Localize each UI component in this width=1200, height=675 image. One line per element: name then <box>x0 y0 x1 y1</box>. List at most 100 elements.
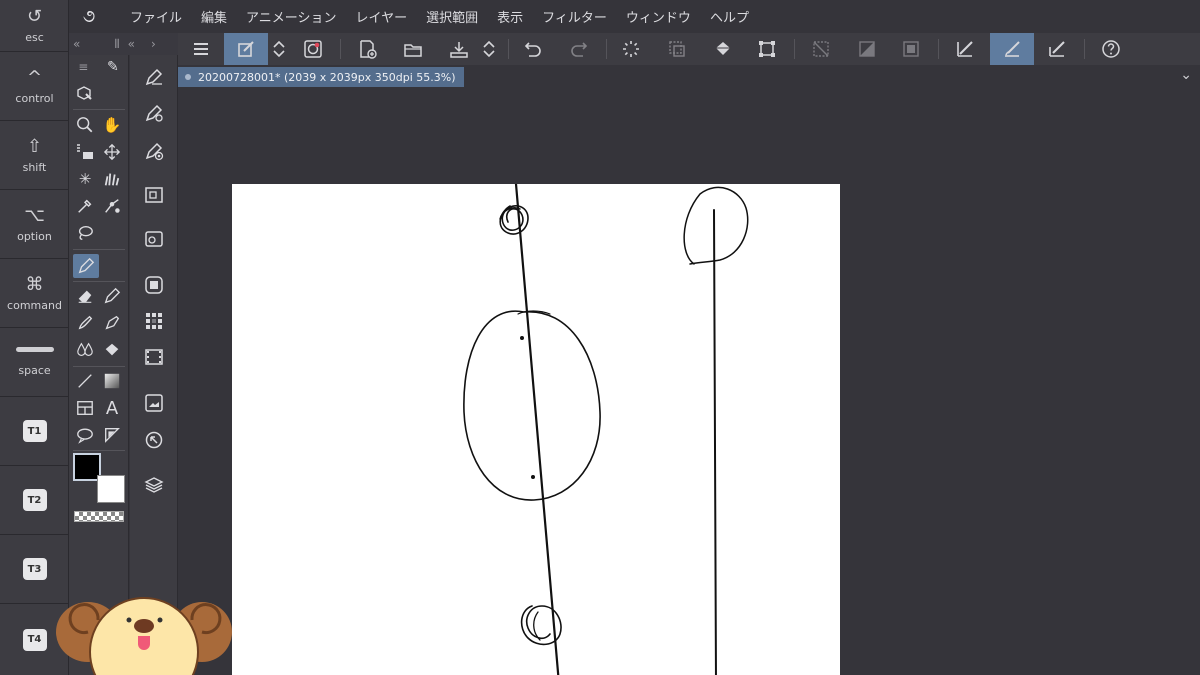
canvas-area[interactable] <box>178 87 1200 675</box>
control-key[interactable]: ^ control <box>0 52 69 121</box>
operation-icon[interactable] <box>99 194 125 218</box>
menu-bar: ૭ ファイル 編集 アニメーション レイヤー 選択範囲 表示 フィルター ウィン… <box>69 0 1200 33</box>
speech-balloon-icon[interactable] <box>72 423 98 447</box>
pen-tab-icon[interactable]: ✎ <box>107 59 119 75</box>
app-logo-icon[interactable]: ૭ <box>69 6 109 27</box>
toolbar-divider <box>938 39 939 59</box>
save-options-updown-icon[interactable] <box>478 33 500 65</box>
menu-selection[interactable]: 選択範囲 <box>426 7 478 26</box>
menu-view[interactable]: 表示 <box>497 7 523 26</box>
color-wheel-icon[interactable] <box>142 273 166 297</box>
pen-tool-icon[interactable] <box>73 254 99 278</box>
rotate-stamp-icon[interactable] <box>72 140 98 164</box>
shift-arrow-icon: ⇧ <box>26 135 43 157</box>
menu-help[interactable]: ヘルプ <box>710 7 749 26</box>
new-icon[interactable] <box>350 33 384 65</box>
expand-right-icon[interactable]: › <box>151 37 156 51</box>
t1-key[interactable]: T1 <box>0 397 69 466</box>
gradient-icon[interactable] <box>99 369 125 393</box>
ruler-icon[interactable] <box>948 33 982 65</box>
menu-window[interactable]: ウィンドウ <box>626 7 691 26</box>
menu-file[interactable]: ファイル <box>130 7 182 26</box>
caret-up-icon: ^ <box>26 66 43 88</box>
snap-ruler-icon[interactable] <box>850 33 884 65</box>
object-select-icon[interactable] <box>72 82 98 106</box>
lasso-icon[interactable] <box>72 221 98 245</box>
transform-icon[interactable] <box>750 33 784 65</box>
menu-filter[interactable]: フィルター <box>542 7 607 26</box>
menu-icon[interactable] <box>184 33 218 65</box>
redo-icon[interactable] <box>562 33 596 65</box>
help-icon[interactable] <box>1094 33 1128 65</box>
grip-icon[interactable]: ⦀ <box>114 37 119 52</box>
eyedropper-icon[interactable] <box>72 194 98 218</box>
save-icon[interactable] <box>442 33 476 65</box>
brush-size-icon[interactable] <box>142 139 166 163</box>
menu-layer[interactable]: レイヤー <box>356 7 408 26</box>
undo-icon[interactable] <box>516 33 550 65</box>
frame-border-icon[interactable] <box>72 396 98 420</box>
fill-icon[interactable] <box>706 33 740 65</box>
navigator-icon[interactable] <box>142 183 166 207</box>
menu-animation[interactable]: アニメーション <box>246 7 336 26</box>
record-icon[interactable] <box>296 33 330 65</box>
layer-search-icon[interactable] <box>142 428 166 452</box>
edit-icon[interactable] <box>224 33 268 65</box>
line-tool-icon[interactable] <box>72 369 98 393</box>
sub-color-swatch[interactable] <box>97 475 125 503</box>
tool-divider <box>73 249 125 250</box>
text-tool-icon[interactable]: A <box>99 396 125 420</box>
command-symbol-icon: ⌘ <box>25 273 44 295</box>
grass-select-icon[interactable] <box>99 167 125 191</box>
snap-grid-icon[interactable] <box>894 33 928 65</box>
tool-divider <box>73 109 125 110</box>
shift-key[interactable]: ⇧ shift <box>0 121 69 190</box>
bucket-fill-icon[interactable] <box>99 338 125 362</box>
palette-header: « ⦀ « › <box>69 33 178 55</box>
pencil-icon[interactable] <box>99 284 125 308</box>
hand-icon[interactable]: ✋ <box>99 113 125 137</box>
clear-selection-icon[interactable] <box>660 33 694 65</box>
blend-icon[interactable] <box>72 338 98 362</box>
toolbar-divider <box>508 39 509 59</box>
drawing-canvas[interactable] <box>232 184 840 675</box>
snap-off-icon[interactable] <box>804 33 838 65</box>
pen-ruler-icon[interactable] <box>1040 33 1074 65</box>
app-window: ↺ esc ^ control ⇧ shift ⌥ option ⌘ comma… <box>0 0 1200 675</box>
layer-property-icon[interactable] <box>142 391 166 415</box>
loading-icon[interactable] <box>614 33 648 65</box>
menu-edit[interactable]: 編集 <box>201 7 227 26</box>
esc-key[interactable]: ↺ esc <box>0 0 69 52</box>
open-icon[interactable] <box>396 33 430 65</box>
move-icon[interactable] <box>99 140 125 164</box>
timeline-icon[interactable] <box>142 345 166 369</box>
undo-circle-icon: ↺ <box>26 6 43 27</box>
collapse-left-icon[interactable]: « <box>73 37 80 51</box>
updown-icon[interactable] <box>268 33 290 65</box>
collapse-panel-icon[interactable]: « <box>128 37 135 51</box>
chevron-down-icon[interactable]: ⌄ <box>1180 67 1192 83</box>
eraser-icon[interactable] <box>72 284 98 308</box>
command-key[interactable]: ⌘ command <box>0 259 69 328</box>
document-title: 20200728001* (2039 x 2039px 350dpi 55.3%… <box>198 70 456 84</box>
tool-property-icon[interactable] <box>142 101 166 125</box>
airbrush-icon[interactable] <box>99 311 125 335</box>
brush-icon[interactable] <box>72 311 98 335</box>
list-view-icon[interactable]: ≡ <box>78 60 88 74</box>
option-key[interactable]: ⌥ option <box>0 190 69 259</box>
tool-palette: ≡ ✎ ✋ ✳ A <box>69 55 129 675</box>
color-set-icon[interactable] <box>142 309 166 333</box>
space-key[interactable]: space <box>0 328 69 397</box>
transparent-color-swatch[interactable] <box>74 511 124 522</box>
document-tab[interactable]: 20200728001* (2039 x 2039px 350dpi 55.3%… <box>178 67 464 87</box>
t2-key[interactable]: T2 <box>0 466 69 535</box>
correct-line-icon[interactable] <box>99 423 125 447</box>
command-bar <box>178 33 1200 65</box>
sub-tool-icon[interactable] <box>142 65 166 89</box>
zoom-icon[interactable] <box>72 113 98 137</box>
auto-select-icon[interactable]: ✳ <box>72 167 98 191</box>
sub-view-icon[interactable] <box>142 227 166 251</box>
brush-active-icon[interactable] <box>990 33 1034 65</box>
toolbar-divider <box>794 39 795 59</box>
layers-icon[interactable] <box>142 473 166 497</box>
